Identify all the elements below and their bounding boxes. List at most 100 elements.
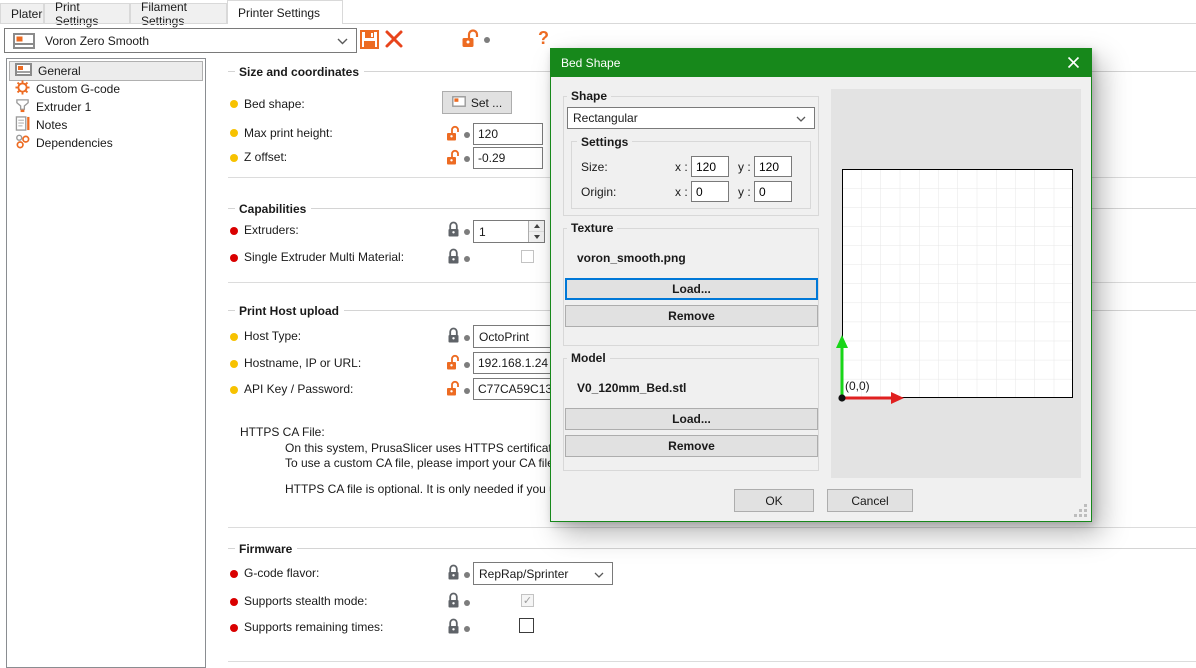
mode-dot-icon xyxy=(464,572,470,578)
sidebar-item-label: General xyxy=(38,64,81,78)
z-offset-input[interactable] xyxy=(473,147,543,169)
sidebar-item-extruder-1[interactable]: Extruder 1 xyxy=(10,98,202,116)
mode-dot-icon xyxy=(464,229,470,235)
sidebar-item-general[interactable]: General xyxy=(10,62,202,80)
bed-shape-label: Bed shape: xyxy=(244,97,305,111)
gcode-flavor-label: G-code flavor: xyxy=(244,566,319,580)
sidebar-item-label: Extruder 1 xyxy=(36,100,91,114)
max-print-height-input[interactable] xyxy=(473,123,543,145)
shape-select[interactable]: Rectangular xyxy=(567,107,815,129)
https-ca-note-line: To use a custom CA file, please import y… xyxy=(285,456,554,470)
texture-load-button[interactable]: Load... xyxy=(565,278,818,300)
lock-closed-icon[interactable] xyxy=(447,592,460,612)
y-label: y : xyxy=(738,160,751,174)
spinner-up-icon[interactable] xyxy=(529,221,544,232)
model-load-button[interactable]: Load... xyxy=(565,408,818,430)
tab-plater[interactable]: Plater xyxy=(0,3,44,24)
sidebar-item-label: Notes xyxy=(36,118,67,132)
host-type-label: Host Type: xyxy=(244,329,301,343)
tab-print-settings[interactable]: Print Settings xyxy=(44,3,130,24)
tab-filament-settings[interactable]: Filament Settings xyxy=(130,3,227,24)
lock-closed-icon[interactable] xyxy=(447,564,460,584)
extruder-icon xyxy=(15,98,30,116)
https-ca-note-line: On this system, PrusaSlicer uses HTTPS c… xyxy=(285,441,564,455)
lock-closed-icon[interactable] xyxy=(447,618,460,638)
ok-label: OK xyxy=(765,494,782,508)
model-remove-button[interactable]: Remove xyxy=(565,435,818,457)
size-x-input[interactable] xyxy=(691,156,729,177)
texture-filename: voron_smooth.png xyxy=(577,251,686,265)
notes-icon xyxy=(15,116,30,134)
spinner-down-icon[interactable] xyxy=(529,232,544,242)
bed-preview-canvas[interactable]: (0,0) xyxy=(831,89,1081,478)
lock-open-icon[interactable] xyxy=(446,380,460,400)
mode-dot-icon xyxy=(464,156,470,162)
model-remove-label: Remove xyxy=(668,439,715,453)
ok-button[interactable]: OK xyxy=(734,489,814,512)
cancel-button[interactable]: Cancel xyxy=(827,489,913,512)
resize-grip[interactable] xyxy=(1074,504,1088,518)
lock-closed-icon[interactable] xyxy=(447,221,460,241)
close-icon[interactable] xyxy=(1066,55,1081,73)
settings-group-title: Settings xyxy=(577,135,632,149)
origin-y-input[interactable] xyxy=(754,181,792,202)
stealth-mode-checkbox[interactable]: ✓ xyxy=(521,594,534,607)
mode-dot-icon xyxy=(464,388,470,394)
group-title: Print Host upload xyxy=(239,304,339,318)
option-bullet-icon xyxy=(230,100,238,108)
texture-remove-button[interactable]: Remove xyxy=(565,305,818,327)
option-bullet-icon xyxy=(230,386,238,394)
extruders-value: 1 xyxy=(474,221,528,242)
https-ca-file-heading: HTTPS CA File: xyxy=(240,425,325,439)
option-bullet-icon xyxy=(230,129,238,137)
extruders-spinner[interactable]: 1 xyxy=(473,220,545,243)
gcode-flavor-value: RepRap/Sprinter xyxy=(479,567,594,581)
semm-checkbox[interactable] xyxy=(521,250,534,263)
origin-coordinates-label: (0,0) xyxy=(845,379,870,393)
lock-open-icon[interactable] xyxy=(446,125,460,145)
sidebar-item-label: Custom G-code xyxy=(36,82,120,96)
save-preset-icon[interactable] xyxy=(360,30,379,52)
sidebar-item-custom-gcode[interactable]: Custom G-code xyxy=(10,80,202,98)
mode-dot-icon xyxy=(464,335,470,341)
tab-plater-label: Plater xyxy=(11,7,42,21)
dialog-titlebar[interactable]: Bed Shape xyxy=(551,49,1091,77)
chevron-down-icon xyxy=(594,567,604,581)
texture-group-title: Texture xyxy=(567,221,617,235)
group-title: Size and coordinates xyxy=(239,65,359,79)
lock-open-icon[interactable] xyxy=(446,354,460,374)
mode-dot-icon xyxy=(464,256,470,262)
stealth-mode-label: Supports stealth mode: xyxy=(244,594,367,608)
api-key-label: API Key / Password: xyxy=(244,382,353,396)
sidebar-item-label: Dependencies xyxy=(36,136,113,150)
lock-open-icon[interactable] xyxy=(446,149,460,169)
remaining-times-checkbox[interactable] xyxy=(519,618,534,633)
tab-printer-settings[interactable]: Printer Settings xyxy=(227,0,343,24)
printer-preset-combobox[interactable]: Voron Zero Smooth xyxy=(4,28,357,53)
origin-x-input[interactable] xyxy=(691,181,729,202)
help-icon[interactable]: ? xyxy=(538,28,549,49)
printer-bed-icon xyxy=(452,96,466,110)
bed-shape-set-button[interactable]: Set ... xyxy=(442,91,512,114)
cancel-label: Cancel xyxy=(851,494,888,508)
model-filename: V0_120mm_Bed.stl xyxy=(577,381,686,395)
option-bullet-icon xyxy=(230,570,238,578)
gcode-flavor-select[interactable]: RepRap/Sprinter xyxy=(473,562,613,585)
option-bullet-icon xyxy=(230,598,238,606)
sidebar-item-notes[interactable]: Notes xyxy=(10,116,202,134)
delete-preset-icon[interactable] xyxy=(384,29,404,52)
remaining-times-label: Supports remaining times: xyxy=(244,620,383,634)
lock-closed-icon[interactable] xyxy=(447,327,460,347)
lock-open-icon[interactable] xyxy=(461,29,479,52)
sidebar-item-dependencies[interactable]: Dependencies xyxy=(10,134,202,152)
dependencies-icon xyxy=(15,134,30,152)
option-bullet-icon xyxy=(230,154,238,162)
size-y-input[interactable] xyxy=(754,156,792,177)
x-label: x : xyxy=(675,160,688,174)
group-header-firmware: Firmware xyxy=(228,541,1196,556)
y-label: y : xyxy=(738,185,751,199)
lock-closed-icon[interactable] xyxy=(447,248,460,268)
set-button-label: Set ... xyxy=(471,96,502,110)
group-title: Firmware xyxy=(239,542,292,556)
hostname-label: Hostname, IP or URL: xyxy=(244,356,361,370)
